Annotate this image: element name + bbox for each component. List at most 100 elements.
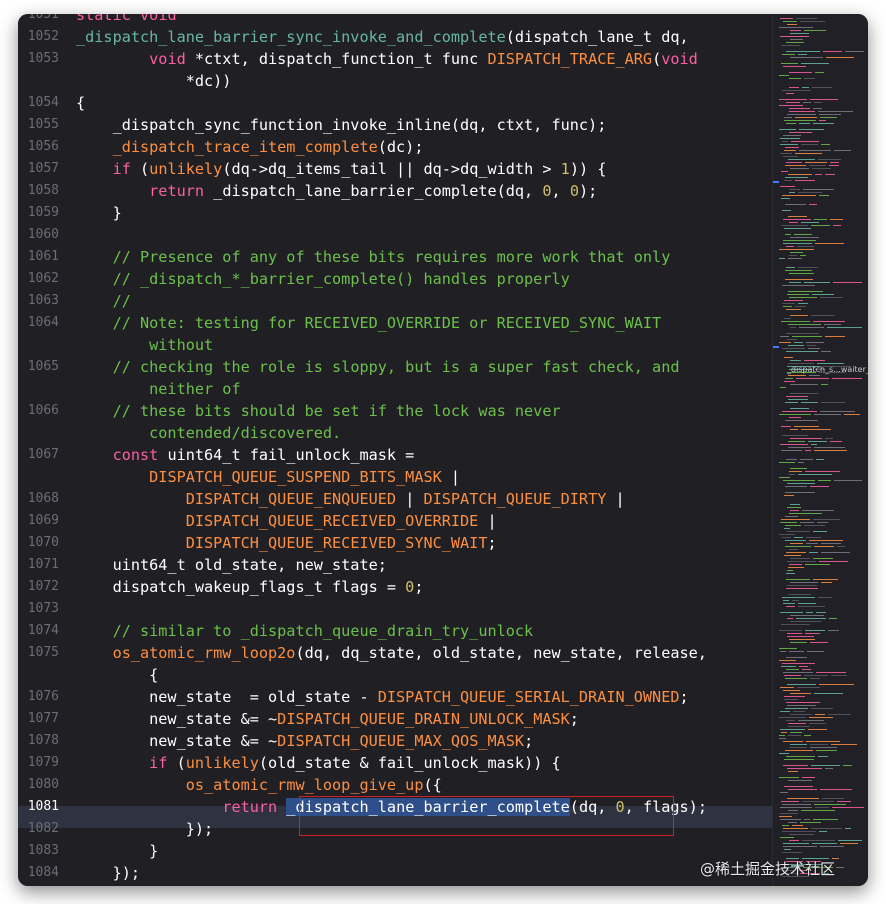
code-line[interactable]: 1060 <box>18 224 772 246</box>
code-line[interactable]: 1058 return _dispatch_lane_barrier_compl… <box>18 180 772 202</box>
minimap-line <box>815 714 825 715</box>
minimap-line <box>788 324 821 325</box>
minimap-line <box>785 540 806 541</box>
code-line[interactable]: 1070 DISPATCH_QUEUE_RECEIVED_SYNC_WAIT; <box>18 532 772 554</box>
code-text: *dc)) <box>76 72 232 90</box>
minimap-line <box>790 504 800 505</box>
minimap-line <box>802 87 809 88</box>
minimap-line <box>823 51 842 52</box>
code-line[interactable]: 1071 uint64_t old_state, new_state; <box>18 554 772 576</box>
minimap-line <box>783 66 806 67</box>
code-text: // Presence of any of these bits require… <box>112 248 671 266</box>
code-line[interactable]: 1055 _dispatch_sync_function_invoke_inli… <box>18 114 772 136</box>
minimap-line <box>785 486 807 487</box>
minimap-line <box>788 447 811 448</box>
minimap-symbol-label: _dispatch_s...waiter_ <box>787 365 868 374</box>
code-line[interactable]: 1075 os_atomic_rmw_loop2o(dq, dq_state, … <box>18 642 772 664</box>
code-line[interactable]: 1053 void *ctxt, dispatch_function_t fun… <box>18 48 772 70</box>
code-line[interactable]: 1051 static void <box>18 14 772 26</box>
code-line[interactable]: 1074 // similar to _dispatch_queue_drain… <box>18 620 772 642</box>
minimap-line <box>796 18 817 19</box>
code-line[interactable]: *dc)) <box>18 70 772 92</box>
minimap-line <box>785 147 799 148</box>
code-line[interactable]: 1061 // Presence of any of these bits re… <box>18 246 772 268</box>
code-line[interactable]: contended/discovered. <box>18 422 772 444</box>
minimap-line <box>780 522 797 523</box>
minimap-line <box>787 636 814 637</box>
minimap-line <box>793 711 805 712</box>
code-line[interactable]: 1076 new_state = old_state - DISPATCH_QU… <box>18 686 772 708</box>
minimap-line <box>819 831 827 832</box>
code-line[interactable]: without <box>18 334 772 356</box>
minimap-line <box>783 828 808 829</box>
minimap-line <box>794 426 819 427</box>
line-number: 1063 <box>27 293 59 308</box>
code-line[interactable]: 1083 } <box>18 840 772 862</box>
minimap-line <box>781 198 790 199</box>
code-line[interactable]: { <box>18 664 772 686</box>
code-line[interactable]: 1072 dispatch_wakeup_flags_t flags = 0; <box>18 576 772 598</box>
code-line[interactable]: DISPATCH_QUEUE_SUSPEND_BITS_MASK | <box>18 466 772 488</box>
minimap-line <box>789 78 801 79</box>
code-line[interactable]: 1065 // checking the role is sloppy, but… <box>18 356 772 378</box>
minimap-line <box>784 555 801 556</box>
code-line[interactable]: 1077 new_state &= ~DISPATCH_QUEUE_DRAIN_… <box>18 708 772 730</box>
minimap[interactable]: _dispatch_s...waiter_ <box>772 14 868 886</box>
minimap-line <box>786 552 806 553</box>
minimap-line <box>789 417 801 418</box>
code-line[interactable]: 1054 { <box>18 92 772 114</box>
minimap-line <box>801 402 818 403</box>
minimap-line <box>844 414 860 415</box>
minimap-line <box>785 270 812 271</box>
minimap-line <box>782 285 815 286</box>
minimap-line <box>789 564 802 565</box>
code-line[interactable]: 1052 _dispatch_lane_barrier_sync_invoke_a… <box>18 26 772 48</box>
code-line[interactable]: 1064 // Note: testing for RECEIVED_OVERR… <box>18 312 772 334</box>
minimap-line <box>814 546 834 547</box>
minimap-line <box>789 513 822 514</box>
code-line[interactable]: 1080 os_atomic_rmw_loop_give_up({ <box>18 774 772 796</box>
minimap-line <box>804 525 825 526</box>
minimap-line <box>784 228 811 229</box>
code-line[interactable]: 1063 // <box>18 290 772 312</box>
minimap-line <box>804 282 830 283</box>
code-line[interactable]: 1084 }); <box>18 862 772 884</box>
code-line[interactable]: 1079 if (unlikely(old_state & fail_unloc… <box>18 752 772 774</box>
code-area[interactable]: 1051 static void 1052 _dispatch_lane_barrie… <box>18 14 772 886</box>
minimap-line <box>779 414 811 415</box>
minimap-line <box>790 558 810 559</box>
code-line[interactable]: neither of <box>18 378 772 400</box>
code-line[interactable]: 1073 <box>18 598 772 620</box>
code-line[interactable]: 1066 // these bits should be set if the … <box>18 400 772 422</box>
minimap-line <box>809 723 826 724</box>
minimap-line <box>808 441 827 442</box>
code-line[interactable]: 1067 const uint64_t fail_unlock_mask = <box>18 444 772 466</box>
minimap-line <box>779 249 814 250</box>
minimap-line <box>788 159 815 160</box>
minimap-line <box>818 480 831 481</box>
code-line[interactable]: 1069 DISPATCH_QUEUE_RECEIVED_OVERRIDE | <box>18 510 772 532</box>
minimap-line <box>789 747 807 748</box>
minimap-line <box>783 240 816 241</box>
minimap-line <box>779 753 789 754</box>
minimap-line <box>812 168 831 169</box>
code-text: if (unlikely(old_state & fail_unlock_mas… <box>149 754 561 772</box>
minimap-line <box>799 123 810 124</box>
minimap-line <box>821 351 831 352</box>
code-text: _dispatch_trace_item_complete(dc); <box>112 138 424 156</box>
code-line[interactable]: 1068 DISPATCH_QUEUE_ENQUEUED | DISPATCH_… <box>18 488 772 510</box>
code-line[interactable]: 1056 _dispatch_trace_item_complete(dc); <box>18 136 772 158</box>
minimap-line <box>785 177 808 178</box>
minimap-line <box>807 651 824 652</box>
minimap-line <box>834 150 851 151</box>
minimap-line <box>800 21 825 22</box>
code-text: { <box>76 94 86 112</box>
minimap-line <box>782 303 795 304</box>
minimap-line <box>786 246 794 247</box>
minimap-line <box>782 141 788 142</box>
code-line[interactable]: 1059 } <box>18 202 772 224</box>
code-line[interactable]: 1078 new_state &= ~DISPATCH_QUEUE_MAX_QO… <box>18 730 772 752</box>
code-line[interactable]: 1062 // _dispatch_*_barrier_complete() h… <box>18 268 772 290</box>
minimap-line <box>843 765 852 766</box>
code-line[interactable]: 1057 if (unlikely(dq->dq_items_tail || d… <box>18 158 772 180</box>
